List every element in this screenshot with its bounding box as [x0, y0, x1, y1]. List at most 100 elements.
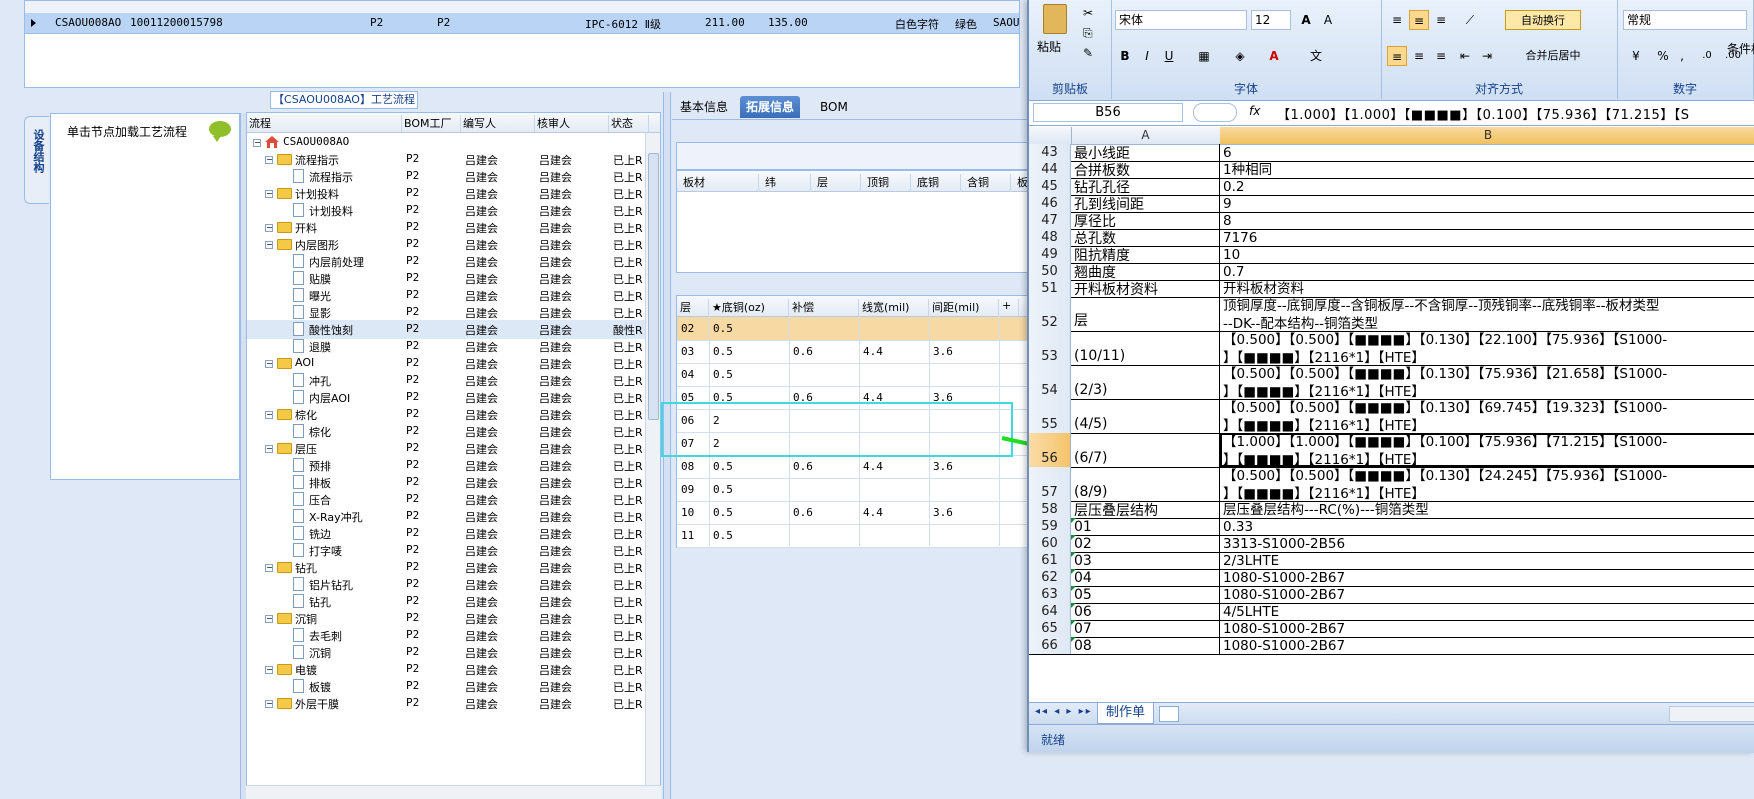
layer-row[interactable]: 10 0.5 0.6 4.4 3.6 — [677, 501, 1035, 525]
conditional-format-button[interactable]: 条件格 — [1727, 40, 1754, 57]
shrink-font-icon[interactable]: A — [1317, 10, 1339, 30]
cell-b[interactable]: 0.7 — [1220, 263, 1754, 280]
align-right-icon[interactable]: ≡ — [1431, 46, 1451, 66]
orientation-icon[interactable]: ⟋ — [1455, 10, 1485, 30]
compensation-cell[interactable]: 0.6 — [793, 345, 813, 358]
cell-a[interactable]: 06 — [1071, 603, 1220, 620]
cell-b[interactable]: 10 — [1220, 246, 1754, 263]
base-copper-cell[interactable]: 0.5 — [713, 460, 733, 473]
row-number[interactable]: 62 — [1029, 569, 1071, 586]
cell-a[interactable]: (6/7) — [1071, 433, 1220, 467]
cell-b[interactable]: 1080-S1000-2B67 — [1220, 586, 1754, 603]
collapse-icon[interactable]: − — [265, 190, 273, 198]
row-number[interactable]: 64 — [1029, 603, 1071, 620]
align-center-icon[interactable]: ≡ — [1409, 46, 1429, 66]
comma-icon[interactable]: , — [1675, 46, 1689, 66]
column-header-b[interactable]: B — [1220, 127, 1754, 144]
cell-a[interactable]: 翘曲度 — [1071, 263, 1220, 280]
cell-a[interactable]: 01 — [1071, 518, 1220, 535]
top-grid-selected-row[interactable]: CSAOU008AO 10011200015798 P2 P2 IPC-6012… — [25, 13, 1020, 34]
cell-a[interactable]: 层压叠层结构 — [1071, 501, 1220, 518]
compensation-cell[interactable]: 0.6 — [793, 506, 813, 519]
collapse-icon[interactable]: − — [265, 360, 273, 368]
row-number[interactable]: 47 — [1029, 212, 1071, 229]
cell-b[interactable]: 【0.500】【0.500】【■■■■】【0.130】【22.100】【75.9… — [1220, 331, 1754, 365]
col-spacing[interactable]: 间距(mil) — [929, 299, 999, 316]
base-copper-cell[interactable]: 0.5 — [713, 506, 733, 519]
cell-b[interactable]: 2/3LHTE — [1220, 552, 1754, 569]
line-width-cell[interactable]: 4.4 — [863, 460, 883, 473]
align-middle-icon[interactable]: ≡ — [1409, 10, 1429, 30]
row-number[interactable]: 43 — [1029, 144, 1071, 161]
cell-a[interactable]: (10/11) — [1071, 331, 1220, 365]
row-number[interactable]: 61 — [1029, 552, 1071, 569]
cell-a[interactable]: 开料板材资料 — [1071, 280, 1220, 297]
cell-b[interactable]: 【0.500】【0.500】【■■■■】【0.130】【24.245】【75.9… — [1220, 467, 1754, 501]
fill-color-icon[interactable]: ◈ — [1227, 46, 1253, 66]
collapse-icon[interactable]: − — [265, 241, 273, 249]
cell-b[interactable]: 【0.500】【0.500】【■■■■】【0.130】【75.936】【21.6… — [1220, 365, 1754, 399]
cell-a[interactable]: (2/3) — [1071, 365, 1220, 399]
cell-b[interactable]: 开料板材资料 — [1220, 280, 1754, 297]
row-number[interactable]: 59 — [1029, 518, 1071, 535]
cell-a[interactable]: 02 — [1071, 535, 1220, 552]
increase-decimal-icon[interactable]: .0 — [1695, 46, 1719, 66]
base-copper-cell[interactable]: 0.5 — [713, 529, 733, 542]
row-number[interactable]: 55 — [1029, 399, 1071, 433]
collapse-icon[interactable]: − — [265, 700, 273, 708]
cell-b[interactable]: 1080-S1000-2B67 — [1220, 637, 1754, 654]
collapse-icon[interactable]: − — [265, 564, 273, 572]
cell-b[interactable]: 层压叠层结构---RC(%)---铜箔类型 — [1220, 501, 1754, 518]
col-bottom-copper[interactable]: 底铜 — [911, 174, 961, 192]
row-number[interactable]: 65 — [1029, 620, 1071, 637]
cell-a[interactable]: 总孔数 — [1071, 229, 1220, 246]
name-box[interactable]: B56 — [1033, 103, 1183, 122]
wrap-text-button[interactable]: 自动换行 — [1505, 10, 1581, 30]
cell-b[interactable]: 顶铜厚度--底铜厚度--含铜板厚--不含铜厚--顶残铜率--底残铜率--板材类型… — [1220, 297, 1754, 331]
col-header-auditor[interactable]: 核审人 — [535, 115, 609, 132]
line-width-cell[interactable]: 4.4 — [863, 506, 883, 519]
cell-a[interactable]: 钻孔孔径 — [1071, 178, 1220, 195]
row-number[interactable]: 56 — [1029, 433, 1071, 467]
col-header-writer[interactable]: 编写人 — [461, 115, 535, 132]
tree-vertical-scrollbar[interactable] — [645, 133, 660, 798]
tab-basic-info[interactable]: 基本信息 — [674, 96, 734, 118]
row-number[interactable]: 48 — [1029, 229, 1071, 246]
cell-a[interactable]: 08 — [1071, 637, 1220, 654]
cell-b[interactable]: 0.2 — [1220, 178, 1754, 195]
cell-a[interactable]: 07 — [1071, 620, 1220, 637]
align-bottom-icon[interactable]: ≡ — [1431, 10, 1451, 30]
row-number[interactable]: 57 — [1029, 467, 1071, 501]
cell-b[interactable]: 【1.000】【1.000】【■■■■】【0.100】【75.936】【71.2… — [1220, 433, 1754, 467]
compensation-cell[interactable]: 0.6 — [793, 460, 813, 473]
collapse-icon[interactable]: − — [265, 411, 273, 419]
col-header-status[interactable]: 状态 — [609, 115, 649, 132]
row-number[interactable]: 66 — [1029, 637, 1071, 654]
row-number[interactable]: 45 — [1029, 178, 1071, 195]
cell-a[interactable]: 层 — [1071, 297, 1220, 331]
tab-bom[interactable]: BOM — [814, 96, 854, 118]
cell-b[interactable]: 3313-S1000-2B56 — [1220, 535, 1754, 552]
line-width-cell[interactable]: 4.4 — [863, 345, 883, 358]
collapse-icon[interactable]: − — [265, 224, 273, 232]
row-number[interactable]: 51 — [1029, 280, 1071, 297]
tree-folder-row[interactable]: − 外层干膜 P2 吕建会 吕建会 已上R — [247, 694, 647, 713]
layer-row[interactable]: 04 0.5 — [677, 363, 1035, 387]
row-number[interactable]: 58 — [1029, 501, 1071, 518]
fx-icon[interactable]: fx — [1249, 104, 1260, 118]
cell-b[interactable]: 7176 — [1220, 229, 1754, 246]
cell-a[interactable]: (4/5) — [1071, 399, 1220, 433]
collapse-icon[interactable]: − — [265, 615, 273, 623]
col-top-copper[interactable]: 顶铜 — [861, 174, 911, 192]
collapse-icon[interactable]: − — [253, 139, 261, 147]
grow-font-icon[interactable]: A — [1295, 10, 1317, 30]
sheet-horizontal-scrollbar[interactable] — [1669, 706, 1754, 722]
col-line-width[interactable]: 线宽(mil) — [859, 299, 929, 316]
number-format-select[interactable]: 常规 — [1623, 10, 1747, 30]
col-header-bom[interactable]: BOM工厂 — [402, 115, 461, 132]
row-number[interactable]: 44 — [1029, 161, 1071, 178]
cell-b[interactable]: 4/5LHTE — [1220, 603, 1754, 620]
collapse-icon[interactable]: − — [265, 666, 273, 674]
font-name-select[interactable]: 宋体 — [1115, 10, 1247, 30]
cell-a[interactable]: 最小线距 — [1071, 144, 1220, 161]
